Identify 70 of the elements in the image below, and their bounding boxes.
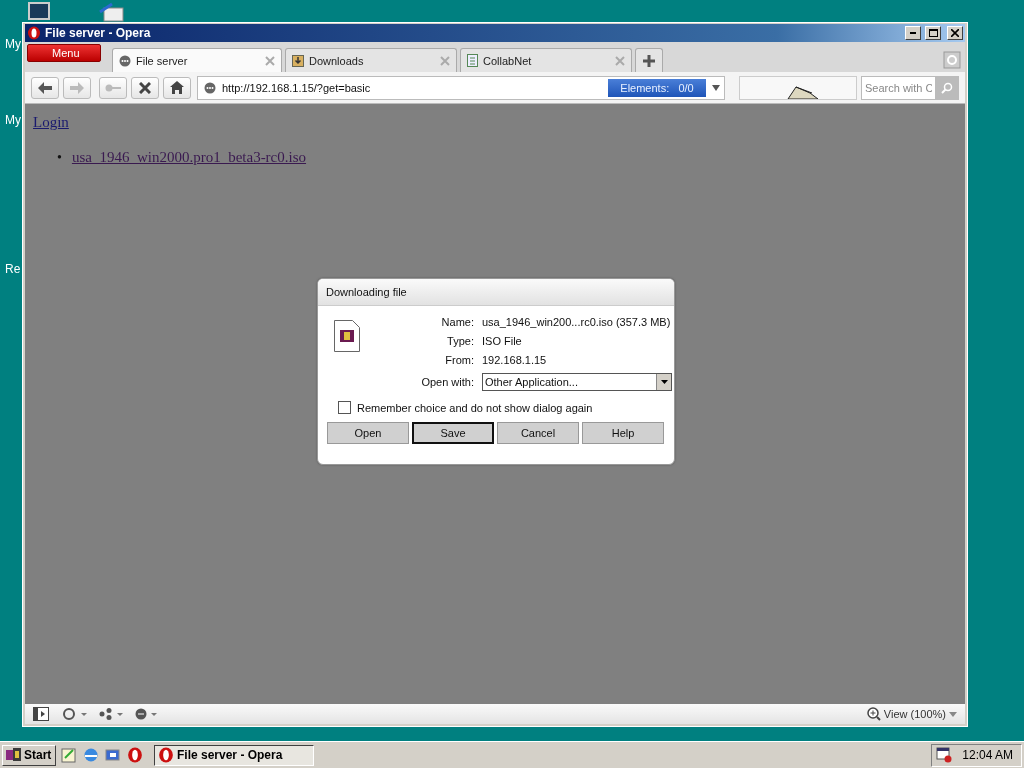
opera-logo-icon — [158, 747, 174, 763]
maximize-icon — [928, 29, 938, 37]
new-tab-button[interactable] — [635, 48, 663, 72]
field-label: Name: — [440, 316, 474, 328]
address-field[interactable]: http://192.168.1.15/?get=basic Elements: 0/0 — [197, 75, 725, 100]
desktop-icon[interactable] — [104, 746, 122, 764]
menu-button[interactable]: Menu — [27, 44, 101, 62]
globe-icon — [119, 54, 131, 67]
minimize-icon — [910, 32, 916, 34]
dialog-button[interactable]: Save — [412, 422, 494, 444]
tab[interactable]: File server — [112, 48, 282, 72]
back-button[interactable] — [31, 76, 59, 99]
elements-badge[interactable]: Elements: 0/0 — [608, 78, 706, 97]
bullet: • — [57, 150, 62, 166]
site-icon — [204, 81, 216, 94]
home-button[interactable] — [163, 76, 191, 99]
file-link[interactable]: usa_1946_win2000.pro1_beta3-rc0.iso — [71, 149, 307, 166]
stop-icon — [139, 81, 151, 94]
download-icon — [292, 54, 304, 67]
taskbar-button[interactable]: File server - Opera — [154, 744, 314, 766]
desktop-icon-label[interactable]: Re — [5, 262, 21, 276]
dialog-button[interactable]: Open — [327, 422, 409, 444]
tab[interactable]: CollabNet — [460, 48, 632, 72]
share-icon[interactable] — [99, 708, 123, 720]
forward-arrow-icon — [70, 81, 84, 94]
opera-logo-icon — [27, 26, 41, 40]
dropdown-arrow-icon[interactable] — [712, 84, 720, 91]
field-value: ISO File — [482, 335, 523, 347]
close-icon — [951, 29, 959, 37]
scheduler-icon[interactable] — [936, 747, 953, 763]
zoom-control[interactable]: View (100%) — [866, 707, 957, 721]
clock: 12:04 AM — [962, 748, 1013, 762]
notepad-icon[interactable] — [60, 746, 78, 764]
dialog-button[interactable]: Cancel — [497, 422, 579, 444]
login-link[interactable]: Login — [33, 114, 69, 130]
field-label: From: — [444, 354, 474, 366]
desktop-icon-label[interactable]: My — [5, 113, 21, 127]
back-arrow-icon — [38, 81, 52, 94]
minimize-button[interactable] — [905, 26, 921, 40]
opera-icon[interactable] — [126, 746, 144, 764]
zoom-in-icon — [866, 707, 881, 721]
window-title: File server - Opera — [45, 26, 152, 40]
checkbox[interactable] — [338, 401, 351, 414]
field-label: Open with: — [420, 376, 474, 388]
start-button[interactable]: Start — [2, 744, 56, 766]
file-icon — [334, 320, 360, 352]
panel-toggle-icon[interactable] — [33, 707, 49, 721]
caret-icon — [660, 380, 668, 384]
computer-icon[interactable] — [28, 2, 50, 20]
field-label: Type: — [446, 335, 474, 347]
home-icon — [170, 81, 184, 94]
dropdown-button[interactable] — [656, 374, 671, 390]
caret-icon — [949, 711, 957, 717]
desktop-icon-label[interactable]: My — [5, 37, 21, 51]
tab[interactable]: Downloads — [285, 48, 457, 72]
browser-icon[interactable] — [82, 746, 100, 764]
page-icon — [467, 54, 478, 67]
windows-logo-icon — [6, 748, 22, 762]
close-button[interactable] — [947, 26, 963, 40]
dialog-title: Downloading file — [318, 279, 674, 306]
dialog-button[interactable]: Help — [582, 422, 664, 444]
key-icon — [105, 83, 121, 92]
plus-icon — [643, 54, 655, 67]
field-value: usa_1946_win200...rc0.iso (357.3 MB) — [482, 316, 672, 328]
maximize-button[interactable] — [925, 26, 941, 40]
stop-button[interactable] — [131, 76, 159, 99]
open-with-select[interactable]: Other Application... — [482, 373, 672, 391]
checkbox-label: Remember choice and do not show dialog again — [357, 401, 593, 414]
mail-icon[interactable] — [98, 2, 124, 22]
field-value: 192.168.1.15 — [482, 354, 548, 366]
